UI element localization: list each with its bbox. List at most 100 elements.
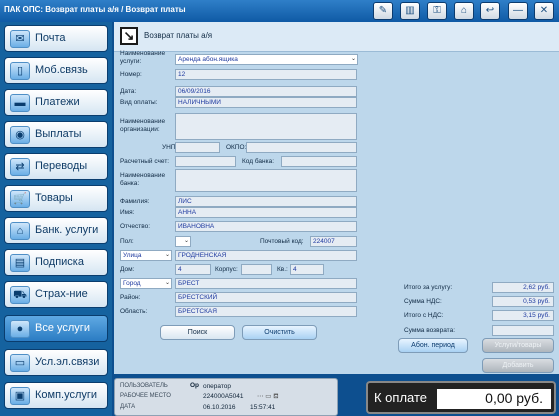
sidebar-item-telecom[interactable]: ▭ Усл.эл.связи — [4, 349, 108, 376]
sidebar-item-payouts[interactable]: ◉ Выплаты — [4, 121, 108, 148]
payment-value: 0,00 руб. — [437, 389, 551, 409]
all-services-icon: ● — [10, 320, 30, 338]
monitor-icon: ▭ — [10, 354, 30, 372]
abon-period-button[interactable]: Абон. период — [398, 338, 468, 353]
number-label: Номер: — [120, 71, 142, 78]
payment-total: К оплате 0,00 руб. — [366, 381, 556, 414]
sidebar-item-mobile[interactable]: ▯ Моб.связь — [4, 57, 108, 84]
region-label: Область: — [120, 308, 148, 315]
refund-field[interactable] — [492, 325, 554, 336]
city-field[interactable]: БРЕСТ — [175, 278, 357, 289]
district-field[interactable]: БРЕСТСКИЙ — [175, 292, 357, 303]
building-label: Корпус: — [215, 266, 238, 273]
surname-field[interactable]: ЛИС — [175, 196, 357, 207]
house-field[interactable]: 4 — [175, 264, 211, 275]
payment-icon: ▬ — [10, 94, 30, 112]
sidebar-item-label: Переводы — [35, 160, 88, 172]
payment-type-field[interactable]: НАЛИЧНЫМИ — [175, 97, 357, 108]
cart-icon: 🛒 — [10, 190, 30, 208]
close-icon[interactable]: ✕ — [534, 2, 554, 20]
title-bar: ПАК ОПС: Возврат платы а/я / Возврат пла… — [0, 0, 559, 22]
name-field[interactable]: АННА — [175, 207, 357, 218]
sidebar-item-label: Страх-ние — [35, 288, 88, 300]
sidebar-item-label: Платежи — [35, 96, 80, 108]
status-panel: ПОЛЬЗОВАТЕЛЬ Op оператор РАБОЧЕЕ МЕСТО 2… — [114, 378, 338, 416]
sex-select[interactable]: ⌄ — [175, 236, 191, 247]
vat-value: 0,53 руб. — [492, 296, 554, 307]
bank-name-label: Наименование банка: — [120, 172, 166, 187]
date-field[interactable]: 06/09/2016 — [175, 86, 357, 97]
key-icon[interactable]: ⚿ — [427, 2, 447, 20]
street-type-select[interactable]: Улица ⌄ — [120, 250, 172, 261]
home-icon[interactable]: ⌂ — [454, 2, 474, 20]
apt-field[interactable]: 4 — [290, 264, 324, 275]
refund-label: Сумма возврата: — [404, 327, 455, 334]
postcode-field[interactable]: 224007 — [310, 236, 357, 247]
date-label: Дата: — [120, 88, 137, 95]
sidebar-item-mail[interactable]: ✉ Почта — [4, 25, 108, 52]
region-field[interactable]: БРЕСТСКАЯ — [175, 306, 357, 317]
user-label: ПОЛЬЗОВАТЕЛЬ — [120, 383, 168, 389]
back-arrow-icon[interactable]: ↩ — [480, 2, 500, 20]
sidebar-item-label: Товары — [35, 192, 73, 204]
sidebar-item-payments[interactable]: ▬ Платежи — [4, 89, 108, 116]
org-name-label: Наименование организации: — [120, 118, 166, 133]
sidebar-item-label: Усл.эл.связи — [35, 356, 100, 368]
bank-name-field[interactable] — [175, 169, 357, 192]
sidebar-item-label: Банк. услуги — [35, 224, 99, 236]
sex-label: Пол: — [120, 238, 134, 245]
building-field[interactable] — [241, 264, 272, 275]
sidebar-item-subscription[interactable]: ▤ Подписка — [4, 249, 108, 276]
patronymic-label: Отчество: — [120, 223, 151, 230]
sidebar-item-computer-services[interactable]: ▣ Комп.услуги — [4, 382, 108, 409]
with-vat-label: Итого с НДС: — [404, 312, 444, 319]
surname-label: Фамилия: — [120, 198, 150, 205]
cash-icon: ◉ — [10, 126, 30, 144]
car-icon: ⛟ — [10, 286, 30, 304]
subscription-icon: ▤ — [10, 254, 30, 272]
mobile-phone-icon: ▯ — [10, 62, 30, 80]
number-field[interactable]: 12 — [175, 69, 357, 80]
sidebar-item-label: Моб.связь — [35, 64, 88, 76]
sidebar-item-label: Комп.услуги — [35, 389, 98, 401]
vat-label: Сумма НДС: — [404, 298, 442, 305]
with-vat-value: 3,15 руб. — [492, 310, 554, 321]
bank-code-field[interactable] — [281, 156, 357, 167]
search-button[interactable]: Поиск — [160, 325, 235, 340]
barcode-icon[interactable]: ▥ — [400, 2, 420, 20]
wrench-pen-icon[interactable]: ✎ — [373, 2, 393, 20]
sidebar: ✉ Почта ▯ Моб.связь ▬ Платежи ◉ Выплаты ⇄ Пер… — [0, 22, 112, 416]
sidebar-item-all-services[interactable]: ● Все услуги — [4, 315, 108, 342]
payment-type-label: Вид оплаты: — [120, 99, 158, 106]
unp-field[interactable] — [175, 142, 220, 153]
sidebar-item-transfers[interactable]: ⇄ Переводы — [4, 153, 108, 180]
time-value: 15:57:41 — [250, 404, 276, 411]
sidebar-item-bank-services[interactable]: ⌂ Банк. услуги — [4, 217, 108, 244]
minimize-icon[interactable]: — — [508, 2, 528, 20]
okpo-field[interactable] — [246, 142, 357, 153]
envelope-icon: ✉ — [10, 30, 30, 48]
sidebar-item-goods[interactable]: 🛒 Товары — [4, 185, 108, 212]
city-type-select[interactable]: Город ⌄ — [120, 278, 172, 289]
add-button[interactable]: Добавить — [482, 358, 554, 373]
computer-icon: ▣ — [10, 387, 30, 405]
sidebar-item-label: Почта — [35, 32, 66, 44]
sidebar-item-label: Все услуги — [35, 322, 90, 334]
user-mark: Op — [190, 382, 200, 389]
street-field[interactable]: ГРОДНЕНСКАЯ — [175, 250, 357, 261]
patronymic-field[interactable]: ИВАНОВНА — [175, 221, 357, 232]
service-total-label: Итого за услугу: — [404, 284, 453, 291]
clear-button[interactable]: Очистить — [242, 325, 317, 340]
district-label: Район: — [120, 294, 141, 301]
form-panel: ↘ Возврат платы а/я Наименование услуги:… — [114, 22, 559, 374]
sidebar-item-insurance[interactable]: ⛟ Страх-ние — [4, 281, 108, 308]
sidebar-item-label: Подписка — [35, 256, 84, 268]
workplace-value: 224000A5041 — [203, 393, 244, 400]
refund-icon: ↘ — [120, 27, 138, 45]
bank-code-label: Код банка: — [242, 158, 275, 165]
services-goods-button[interactable]: Услуги/товары — [482, 338, 554, 353]
account-field[interactable] — [175, 156, 236, 167]
bank-icon: ⌂ — [10, 222, 30, 240]
service-select[interactable]: Аренда абон.ящика ⌄ — [175, 54, 358, 65]
org-name-field[interactable] — [175, 113, 357, 140]
